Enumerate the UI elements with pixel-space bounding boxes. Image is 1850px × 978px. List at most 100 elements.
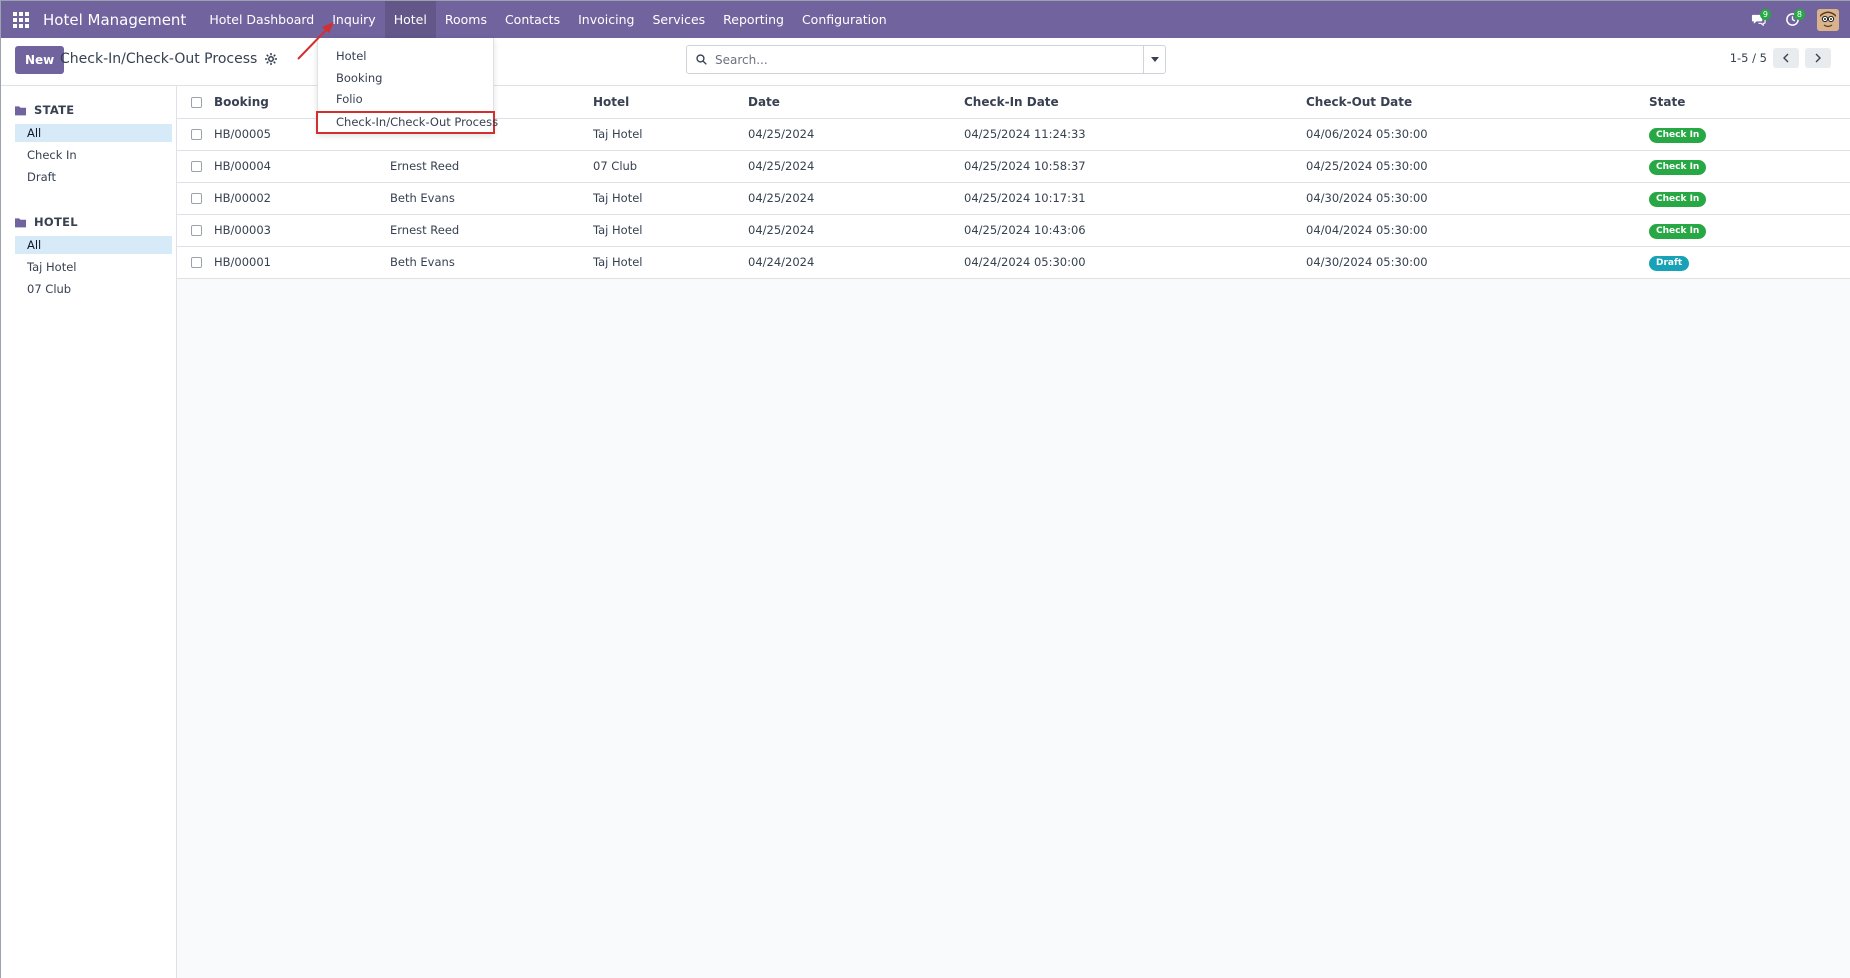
- nav-contacts[interactable]: Contacts: [496, 1, 569, 38]
- status-badge: Check In: [1649, 127, 1707, 143]
- row-checkbox[interactable]: [191, 225, 202, 236]
- nav-services[interactable]: Services: [643, 1, 714, 38]
- app-brand[interactable]: Hotel Management: [41, 11, 200, 29]
- cell-check-in-date: 04/25/2024 10:43:06: [964, 214, 1306, 247]
- cell-date: 04/25/2024: [748, 214, 964, 247]
- row-checkbox[interactable]: [191, 257, 202, 268]
- search-options-toggle[interactable]: [1143, 46, 1165, 73]
- cell-check-out-date: 04/06/2024 05:30:00: [1306, 118, 1649, 151]
- menu-item-booking[interactable]: Booking: [318, 68, 493, 90]
- cell-check-in-date: 04/25/2024 11:24:33: [964, 118, 1306, 151]
- cell-date: 04/25/2024: [748, 150, 964, 183]
- cell-check-out-date: 04/04/2024 05:30:00: [1306, 214, 1649, 247]
- state-filter-header: STATE: [34, 103, 75, 117]
- cell-customer: Beth Evans: [390, 182, 593, 215]
- cell-check-in-date: 04/25/2024 10:58:37: [964, 150, 1306, 183]
- nav-rooms[interactable]: Rooms: [436, 1, 496, 38]
- column-header-check-in-date[interactable]: Check-In Date: [964, 86, 1306, 119]
- status-badge: Draft: [1649, 255, 1690, 271]
- cell-check-in-date: 04/24/2024 05:30:00: [964, 246, 1306, 279]
- hotel-filter-all[interactable]: All: [15, 236, 172, 254]
- search-panel-sidebar: STATE All Check In Draft HOTEL All Taj H…: [1, 86, 177, 978]
- pager-previous-button[interactable]: [1773, 48, 1799, 68]
- search-input[interactable]: [715, 52, 1143, 67]
- cell-booking: HB/00002: [214, 182, 390, 215]
- nav-hotel-dashboard[interactable]: Hotel Dashboard: [200, 1, 323, 38]
- cell-booking: HB/00001: [214, 246, 390, 279]
- top-navbar: Hotel Management Hotel Dashboard Inquiry…: [1, 1, 1850, 38]
- cell-date: 04/24/2024: [748, 246, 964, 279]
- column-header-date[interactable]: Date: [748, 86, 964, 119]
- pager: 1-5 / 5: [1730, 48, 1831, 68]
- caret-down-icon: [1150, 57, 1159, 62]
- column-header-hotel[interactable]: Hotel: [593, 86, 748, 119]
- nav-configuration[interactable]: Configuration: [793, 1, 896, 38]
- cell-customer: Beth Evans: [390, 246, 593, 279]
- nav-hotel[interactable]: Hotel: [384, 1, 436, 38]
- cell-check-out-date: 04/25/2024 05:30:00: [1306, 150, 1649, 183]
- state-filter-check-in[interactable]: Check In: [15, 146, 172, 164]
- cell-date: 04/25/2024: [748, 118, 964, 151]
- table-row[interactable]: HB/00002 Beth Evans Taj Hotel 04/25/2024…: [177, 182, 1850, 215]
- cell-hotel: Taj Hotel: [593, 182, 748, 215]
- user-avatar-icon: [1817, 8, 1839, 31]
- chevron-right-icon: [1815, 53, 1821, 63]
- state-filter-section: STATE All Check In Draft: [1, 100, 176, 186]
- chevron-left-icon: [1783, 53, 1789, 63]
- column-header-state[interactable]: State: [1649, 86, 1850, 119]
- folder-icon: [15, 105, 26, 115]
- search-bar: [686, 45, 1166, 74]
- cell-date: 04/25/2024: [748, 182, 964, 215]
- cell-hotel: Taj Hotel: [593, 118, 748, 151]
- select-all-checkbox[interactable]: [191, 96, 202, 108]
- state-filter-draft[interactable]: Draft: [15, 168, 172, 186]
- activities-count-badge: 8: [1793, 9, 1805, 20]
- table-row[interactable]: HB/00003 Ernest Reed Taj Hotel 04/25/202…: [177, 214, 1850, 247]
- status-badge: Check In: [1649, 191, 1707, 207]
- search-icon: [687, 54, 715, 65]
- nav-reporting[interactable]: Reporting: [714, 1, 793, 38]
- messages-count-badge: 9: [1759, 9, 1771, 20]
- hotel-filter-taj-hotel[interactable]: Taj Hotel: [15, 258, 172, 276]
- gear-icon[interactable]: [265, 53, 278, 65]
- control-panel: New Check-In/Check-Out Process 1-5 / 5: [1, 38, 1850, 86]
- menu-item-hotel[interactable]: Hotel: [318, 46, 493, 68]
- folder-icon: [15, 217, 26, 227]
- messages-button[interactable]: 9: [1741, 1, 1775, 38]
- table-row[interactable]: HB/00001 Beth Evans Taj Hotel 04/24/2024…: [177, 246, 1850, 279]
- status-badge: Check In: [1649, 223, 1707, 239]
- list-view: Booking Hotel Date Check-In Date Check-O…: [177, 86, 1850, 978]
- cell-customer: Ernest Reed: [390, 150, 593, 183]
- hotel-filter-07-club[interactable]: 07 Club: [15, 280, 172, 298]
- pager-next-button[interactable]: [1805, 48, 1831, 68]
- nav-invoicing[interactable]: Invoicing: [569, 1, 643, 38]
- cell-customer: Ernest Reed: [390, 214, 593, 247]
- page-title: Check-In/Check-Out Process: [60, 51, 258, 67]
- hotel-dropdown-menu: Hotel Booking Folio Check-In/Check-Out P…: [316, 38, 498, 134]
- pager-value[interactable]: 1-5 / 5: [1730, 51, 1767, 65]
- breadcrumb: Check-In/Check-Out Process: [60, 51, 278, 67]
- table-row[interactable]: HB/00004 Ernest Reed 07 Club 04/25/2024 …: [177, 150, 1850, 183]
- nav-inquiry[interactable]: Inquiry: [323, 1, 384, 38]
- cell-check-out-date: 04/30/2024 05:30:00: [1306, 246, 1649, 279]
- column-header-check-out-date[interactable]: Check-Out Date: [1306, 86, 1649, 119]
- apps-menu-icon[interactable]: [1, 1, 41, 38]
- cell-hotel: Taj Hotel: [593, 214, 748, 247]
- row-checkbox[interactable]: [191, 193, 202, 204]
- state-filter-all[interactable]: All: [15, 124, 172, 142]
- row-checkbox[interactable]: [191, 161, 202, 172]
- menu-item-check-in-check-out-process[interactable]: Check-In/Check-Out Process: [316, 110, 498, 134]
- new-button[interactable]: New: [15, 46, 65, 74]
- cell-booking: HB/00004: [214, 150, 390, 183]
- user-avatar[interactable]: [1817, 8, 1839, 31]
- menu-item-folio[interactable]: Folio: [318, 89, 493, 111]
- cell-hotel: Taj Hotel: [593, 246, 748, 279]
- status-badge: Check In: [1649, 159, 1707, 175]
- row-checkbox[interactable]: [191, 129, 202, 140]
- hotel-filter-header: HOTEL: [34, 215, 78, 229]
- cell-hotel: 07 Club: [593, 150, 748, 183]
- cell-check-out-date: 04/30/2024 05:30:00: [1306, 182, 1649, 215]
- cell-booking: HB/00003: [214, 214, 390, 247]
- activities-button[interactable]: 8: [1775, 1, 1809, 38]
- cell-check-in-date: 04/25/2024 10:17:31: [964, 182, 1306, 215]
